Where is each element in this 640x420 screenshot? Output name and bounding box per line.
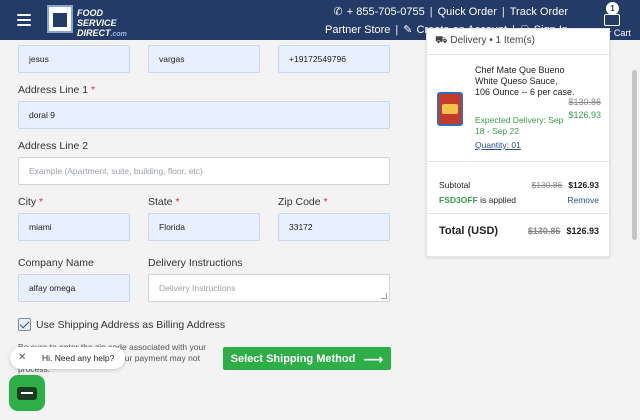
hamburger-menu-icon[interactable]	[17, 14, 31, 26]
delivery-instructions-textarea[interactable]: Delivery Instructions	[148, 274, 390, 302]
site-logo[interactable]: FOOD SERVICE DIRECT.com	[47, 5, 131, 38]
address1-field[interactable]: doral 9	[18, 101, 390, 129]
city-label: City *	[18, 196, 44, 208]
product-price-original: $130.86	[568, 97, 601, 107]
first-name-field[interactable]: jesus	[18, 45, 130, 73]
instructions-placeholder: Delivery Instructions	[159, 283, 236, 293]
instructions-label: Delivery Instructions	[148, 257, 243, 269]
billing-same-label[interactable]: Use Shipping Address as Billing Address	[36, 319, 225, 331]
divider	[427, 161, 609, 162]
address2-label: Address Line 2	[18, 140, 89, 152]
expected-delivery: Expected Delivery: Sep 18 - Sep 22	[475, 115, 564, 136]
chat-launcher-button[interactable]	[9, 375, 45, 411]
header-top-links: ✆ + 855-705-0755 | Quick Order | Track O…	[333, 5, 568, 19]
promo-code: FSD3OFF	[439, 195, 478, 205]
total-row: Total (USD) $130.86 $126.93	[439, 225, 599, 237]
phone-icon: ✆	[333, 6, 343, 18]
product-price-discounted: $126.93	[568, 110, 601, 120]
select-shipping-method-button[interactable]: Select Shipping Method ⟶	[223, 347, 391, 370]
quantity-link[interactable]: Quantity: 01	[475, 140, 521, 150]
company-label: Company Name	[18, 257, 94, 269]
chat-greeting-popup[interactable]: ✕ Hi. Need any help?	[10, 347, 125, 369]
partner-store-link[interactable]: Partner Store	[325, 24, 390, 36]
track-order-link[interactable]: Track Order	[510, 6, 568, 18]
subtotal-label: Subtotal	[439, 180, 471, 190]
promo-row: FSD3OFF is applied Remove	[439, 195, 599, 205]
state-label: State *	[148, 196, 180, 208]
chat-greeting-text: Hi. Need any help?	[42, 353, 115, 363]
city-field[interactable]: miami	[18, 213, 130, 241]
total-label: Total (USD)	[439, 225, 499, 237]
subtotal-value: $130.86 $126.93	[531, 180, 599, 190]
truck-icon: ⛟	[435, 35, 448, 46]
phone-field[interactable]: +19172549796	[278, 45, 390, 73]
company-field[interactable]: alfay omega	[18, 274, 130, 302]
divider: |	[395, 23, 399, 36]
logo-box-icon	[47, 5, 73, 33]
divider: |	[429, 5, 433, 18]
resize-handle-icon[interactable]	[381, 293, 387, 299]
quick-order-link[interactable]: Quick Order	[438, 6, 497, 18]
divider	[427, 213, 609, 214]
total-value: $130.86 $126.93	[527, 226, 599, 236]
scrollbar-thumb[interactable]	[632, 70, 637, 240]
arrow-right-icon: ⟶	[363, 350, 384, 367]
edit-icon: ✎	[403, 24, 413, 36]
cart-icon	[604, 14, 620, 26]
phone-link[interactable]: + 855-705-0755	[347, 6, 425, 18]
logo-text: FOOD SERVICE DIRECT.com	[77, 8, 127, 38]
remove-promo-link[interactable]: Remove	[567, 195, 599, 205]
close-icon[interactable]: ✕	[18, 347, 26, 369]
delivery-heading[interactable]: ⛟ Delivery • 1 Item(s)	[435, 35, 535, 48]
submit-label: Select Shipping Method	[230, 352, 356, 365]
divider: |	[501, 5, 505, 18]
order-summary-panel: ⛟ Delivery • 1 Item(s) Chef Mate Que Bue…	[426, 28, 610, 257]
chat-icon	[17, 386, 37, 400]
product-name[interactable]: Chef Mate Que Bueno White Queso Sauce, 1…	[475, 65, 575, 98]
promo-status: is applied	[480, 195, 517, 205]
divider	[427, 54, 609, 55]
last-name-field[interactable]: vargas	[148, 45, 260, 73]
subtotal-row: Subtotal $130.86 $126.93	[439, 180, 599, 190]
zip-field[interactable]: 33172	[278, 213, 390, 241]
zip-label: Zip Code *	[278, 196, 328, 208]
address2-field[interactable]: Example (Apartment, suite, building, flo…	[18, 157, 390, 185]
product-image[interactable]	[437, 92, 463, 126]
address1-label: Address Line 1 *	[18, 84, 96, 96]
billing-same-checkbox[interactable]	[18, 318, 31, 331]
state-select[interactable]: Florida	[148, 213, 260, 241]
